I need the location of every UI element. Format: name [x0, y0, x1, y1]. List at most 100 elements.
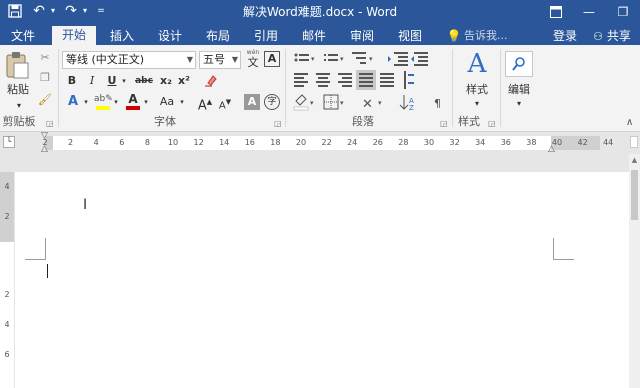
horizontal-ruler[interactable]: 2 2 4 6 8 10 12 14 16 18 20 22 24 26 28 30 32 34 36 38 40 42 4… — [42, 136, 613, 150]
person-icon: ⚇ — [593, 30, 604, 43]
ruler-number: 36 — [500, 138, 511, 147]
tab-view[interactable]: 视图 — [390, 27, 430, 45]
superscript-button[interactable]: x² — [176, 72, 192, 90]
styles-icon[interactable]: A — [462, 49, 492, 81]
styles-group-label: 样式 — [458, 115, 480, 128]
undo-icon[interactable]: ↶ — [30, 2, 48, 20]
cut-icon[interactable]: ✂ — [36, 49, 54, 67]
tab-insert[interactable]: 插入 — [102, 27, 142, 45]
grow-font-glyph: A — [197, 98, 207, 114]
tab-review[interactable]: 审阅 — [342, 27, 382, 45]
scroll-up-icon[interactable]: ▲ — [630, 156, 639, 164]
customize-qat-icon[interactable]: = — [94, 2, 108, 20]
ruler-number: 28 — [398, 138, 409, 147]
font-launcher-icon[interactable]: ◲ — [274, 119, 282, 128]
first-line-indent-marker[interactable]: ▽ — [41, 132, 48, 141]
ruler-number: 8 — [144, 138, 150, 147]
styles-dropdown-icon[interactable]: ▾ — [472, 95, 482, 113]
find-icon[interactable] — [505, 51, 533, 77]
crop-mark-left — [45, 238, 46, 260]
tab-references[interactable]: 引用 — [246, 27, 286, 45]
font-size-dropdown-icon[interactable]: ▼ — [232, 52, 238, 68]
font-size-box[interactable]: 五号 ▼ — [199, 51, 241, 69]
tab-file[interactable]: 文件 — [4, 27, 42, 45]
clipboard-launcher-icon[interactable]: ◲ — [46, 119, 54, 128]
clear-formatting-icon[interactable] — [202, 71, 220, 89]
clipboard-icon[interactable] — [4, 51, 32, 79]
highlight-dropdown-icon[interactable]: ▾ — [112, 93, 120, 111]
crop-mark-right — [553, 259, 574, 260]
tab-home[interactable]: 开始 — [52, 26, 96, 45]
ruler-number: 32 — [449, 138, 460, 147]
underline-button[interactable]: U — [104, 72, 120, 90]
italic-button[interactable]: I — [84, 72, 100, 90]
tab-layout[interactable]: 布局 — [198, 27, 238, 45]
ribbon-tabs: 文件 开始 插入 设计 布局 引用 邮件 审阅 视图 💡 告诉我... 登录 ⚇… — [0, 24, 640, 45]
svg-text:▾: ▾ — [378, 99, 382, 107]
undo-dropdown-icon[interactable]: ▾ — [48, 2, 58, 20]
svg-text:¶: ¶ — [434, 97, 440, 110]
editing-dropdown-icon[interactable]: ▾ — [514, 95, 524, 113]
paragraph-tools-icon[interactable]: ▾▾▾ ✕ AZ ¶ ▾▾▾ — [290, 49, 440, 115]
font-name-box[interactable]: 等线 (中文正文) ▼ — [62, 51, 196, 69]
ribbon-display-options-icon[interactable] — [542, 0, 570, 24]
text-effects-icon[interactable]: A — [64, 93, 82, 111]
svg-text:Z: Z — [409, 104, 414, 112]
collapse-ribbon-icon[interactable]: ∧ — [626, 117, 633, 128]
minimize-button[interactable]: — — [574, 0, 604, 24]
ruler-number: 6 — [119, 138, 125, 147]
lightbulb-icon: 💡 — [446, 29, 462, 43]
ruler-right-edge — [630, 136, 638, 148]
underline-dropdown-icon[interactable]: ▾ — [120, 72, 128, 90]
change-case-dropdown-icon[interactable]: ▾ — [178, 93, 186, 111]
tab-mailings[interactable]: 邮件 — [294, 27, 334, 45]
tab-design[interactable]: 设计 — [150, 27, 190, 45]
crop-mark-right — [553, 238, 554, 260]
font-group-label: 字体 — [154, 115, 176, 128]
paragraph-group-label: 段落 — [352, 115, 374, 128]
paragraph-launcher-icon[interactable]: ◲ — [440, 119, 448, 128]
tell-me-box[interactable]: 告诉我... — [464, 27, 524, 45]
group-separator — [285, 49, 286, 127]
signin-link[interactable]: 登录 — [548, 27, 582, 45]
redo-dropdown-icon[interactable]: ▾ — [80, 2, 90, 20]
share-button[interactable]: ⚇ 共享 — [586, 27, 638, 45]
subscript-button[interactable]: x₂ — [158, 72, 174, 90]
font-name-dropdown-icon[interactable]: ▼ — [187, 52, 193, 68]
document-page[interactable]: I — [15, 172, 629, 388]
vertical-scrollbar[interactable]: ▲ — [629, 154, 640, 388]
redo-icon[interactable]: ↷ — [62, 2, 80, 20]
ruler-number: 4 — [93, 138, 99, 147]
phonetic-char: 文 — [247, 56, 259, 69]
svg-text:▾: ▾ — [310, 99, 314, 107]
strikethrough-button[interactable]: abc — [132, 72, 156, 90]
ruler-number: 10 — [167, 138, 179, 147]
ruler-number: 12 — [193, 138, 204, 147]
enclose-characters-button[interactable]: 字 — [264, 94, 280, 110]
text-cursor — [47, 264, 48, 278]
change-case-button[interactable]: Aa — [156, 93, 178, 111]
paste-dropdown-icon[interactable]: ▾ — [14, 97, 24, 115]
font-color-dropdown-icon[interactable]: ▾ — [142, 93, 150, 111]
vruler-number: 4 — [4, 320, 10, 329]
vertical-ruler[interactable]: 4 2 2 4 6 — [0, 172, 14, 388]
grow-font-button[interactable]: A▲ — [196, 93, 214, 114]
scroll-thumb[interactable] — [631, 170, 638, 220]
hanging-indent-marker[interactable]: △ — [41, 145, 48, 154]
font-color-button[interactable]: A — [124, 93, 142, 111]
phonetic-guide-button[interactable]: wén 文 — [244, 49, 262, 71]
character-border-button[interactable]: A — [264, 51, 280, 67]
bold-button[interactable]: B — [64, 72, 80, 90]
highlight-color-button[interactable]: ab✎ — [94, 93, 113, 111]
styles-launcher-icon[interactable]: ◲ — [488, 119, 496, 128]
tab-selector-icon[interactable]: └ — [3, 136, 15, 148]
format-painter-icon[interactable]: 🖌 — [36, 91, 54, 109]
copy-icon[interactable]: ❐ — [36, 69, 54, 87]
save-icon[interactable] — [6, 2, 24, 20]
crop-mark-left — [25, 259, 46, 260]
character-shading-button[interactable]: A — [244, 94, 260, 110]
shrink-font-button[interactable]: A▼ — [216, 93, 234, 111]
restore-button[interactable]: ❐ — [606, 0, 640, 24]
right-indent-marker[interactable]: △ — [548, 145, 555, 154]
text-effects-dropdown-icon[interactable]: ▾ — [82, 93, 90, 111]
